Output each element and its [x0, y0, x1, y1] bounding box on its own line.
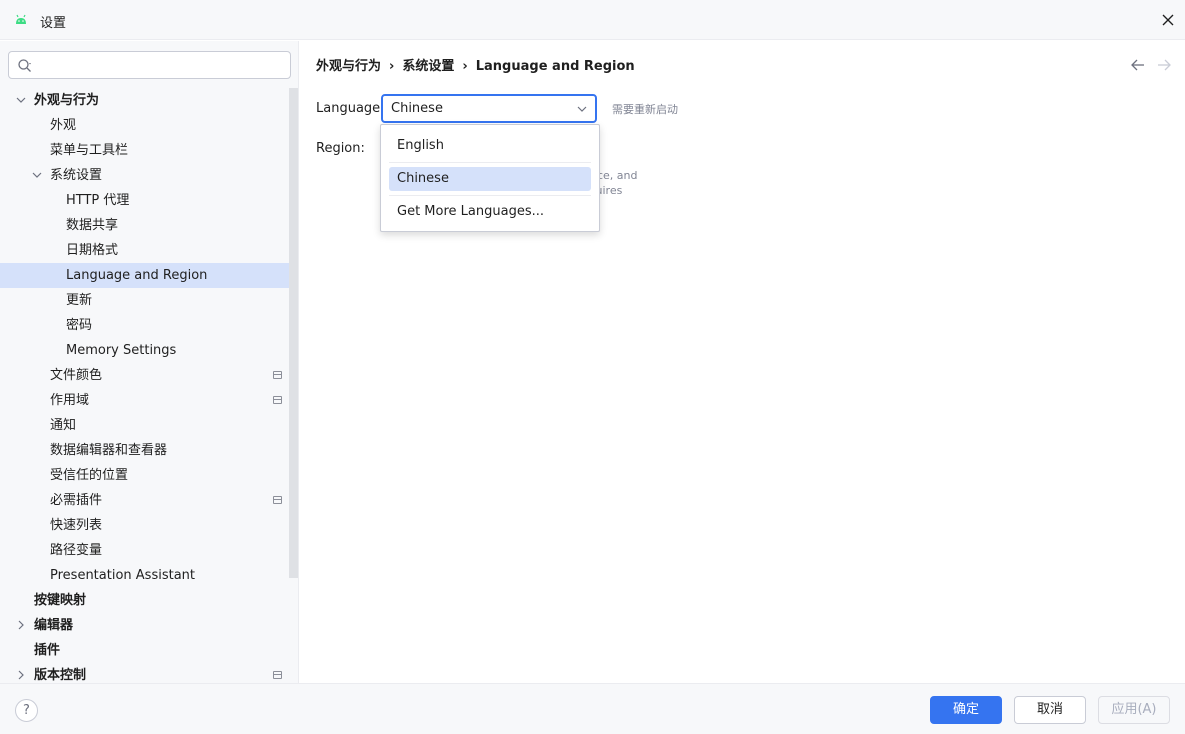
sidebar-item-label: 快速列表 [50, 518, 103, 533]
sidebar-item-label: 数据编辑器和查看器 [50, 443, 168, 458]
sidebar-item-label: 外观 [50, 118, 77, 133]
cancel-button[interactable]: 取消 [1014, 696, 1086, 724]
dropdown-option-english[interactable]: English [389, 134, 591, 158]
sidebar-item-label: 按键映射 [34, 593, 87, 608]
arrow-right-icon[interactable] [1156, 57, 1172, 73]
breadcrumb-separator: › [462, 59, 468, 74]
sidebar-item-label: 系统设置 [50, 168, 103, 183]
sidebar-item-label: 密码 [66, 318, 93, 333]
project-level-icon [273, 396, 282, 404]
sidebar-item-label: 作用域 [50, 393, 90, 408]
search-input[interactable] [39, 56, 284, 74]
sidebar-item-label: 通知 [50, 418, 77, 433]
sidebar-item[interactable]: 日期格式 [0, 238, 298, 263]
sidebar-item[interactable]: HTTP 代理 [0, 188, 298, 213]
sidebar-item-label: 菜单与工具栏 [50, 143, 129, 158]
search-icon[interactable] [17, 58, 33, 74]
language-label: Language: [316, 101, 385, 116]
sidebar-item-label: Language and Region [66, 268, 208, 283]
dropdown-separator [389, 162, 591, 163]
apply-button[interactable]: 应用(A) [1098, 696, 1170, 724]
chevron-down-icon [577, 106, 587, 112]
sidebar-item[interactable]: 版本控制 [0, 663, 298, 683]
dropdown-get-more-languages[interactable]: Get More Languages... [389, 200, 591, 224]
sidebar-item[interactable]: 按键映射 [0, 588, 298, 613]
breadcrumb-item-appearance[interactable]: 外观与行为 [316, 59, 381, 74]
restart-hint: 需要重新启动 [612, 103, 678, 116]
sidebar-item[interactable]: 文件颜色 [0, 363, 298, 388]
sidebar-item-label: 路径变量 [50, 543, 103, 558]
language-select-value: Chinese [391, 101, 443, 116]
dropdown-separator [389, 195, 591, 196]
sidebar-item[interactable]: 外观与行为 [0, 88, 298, 113]
sidebar-item-label: 版本控制 [34, 668, 87, 683]
dialog-footer: ? 确定 取消 应用(A) [0, 683, 1185, 734]
sidebar-item[interactable]: 菜单与工具栏 [0, 138, 298, 163]
sidebar-item[interactable]: Memory Settings [0, 338, 298, 363]
sidebar-item-label: 受信任的位置 [50, 468, 129, 483]
region-label: Region: [316, 141, 365, 156]
arrow-left-icon[interactable] [1130, 57, 1146, 73]
sidebar-item-label: 插件 [34, 643, 61, 658]
sidebar-item[interactable]: 路径变量 [0, 538, 298, 563]
sidebar-item-label: 数据共享 [66, 218, 119, 233]
sidebar-item-label: 必需插件 [50, 493, 103, 508]
chevron-down-icon[interactable] [16, 95, 26, 105]
chevron-down-icon[interactable] [32, 170, 42, 180]
sidebar-item-label: 编辑器 [34, 618, 74, 633]
sidebar-item-label: HTTP 代理 [66, 193, 130, 208]
sidebar-item[interactable]: 更新 [0, 288, 298, 313]
sidebar-item[interactable]: 通知 [0, 413, 298, 438]
sidebar-item-label: 外观与行为 [34, 93, 100, 108]
close-icon[interactable] [1158, 10, 1178, 30]
sidebar-item[interactable]: 插件 [0, 638, 298, 663]
breadcrumb-item-language-region: Language and Region [475, 59, 635, 74]
settings-sidebar: 外观与行为外观菜单与工具栏 系统设置 HTTP 代理 数据共享日期格式 Language… [0, 41, 299, 683]
project-level-icon [273, 671, 282, 679]
sidebar-item[interactable]: 系统设置 [0, 163, 298, 188]
sidebar-item-label: 日期格式 [66, 243, 119, 258]
sidebar-item[interactable]: 必需插件 [0, 488, 298, 513]
sidebar-scrollbar[interactable] [289, 88, 298, 578]
sidebar-item[interactable]: 受信任的位置 [0, 463, 298, 488]
title-bar: 设置 [0, 0, 1185, 40]
chevron-right-icon[interactable] [16, 620, 26, 630]
breadcrumb: 外观与行为 › 系统设置 › Language and Region [316, 55, 635, 74]
dropdown-option-chinese[interactable]: Chinese [389, 167, 591, 191]
sidebar-item-label: Presentation Assistant [50, 568, 195, 583]
sidebar-item[interactable]: 编辑器 [0, 613, 298, 638]
sidebar-item[interactable]: 密码 [0, 313, 298, 338]
settings-tree: 外观与行为外观菜单与工具栏 系统设置 HTTP 代理 数据共享日期格式 Language… [0, 88, 298, 683]
sidebar-item-label: Memory Settings [66, 343, 177, 358]
project-level-icon [273, 371, 282, 379]
project-level-icon [273, 496, 282, 504]
sidebar-item[interactable]: 外观 [0, 113, 298, 138]
window-title: 设置 [40, 16, 67, 31]
language-dropdown: English Chinese Get More Languages... [380, 124, 600, 232]
sidebar-item[interactable]: 数据编辑器和查看器 [0, 438, 298, 463]
sidebar-item[interactable]: 数据共享 [0, 213, 298, 238]
sidebar-item[interactable]: 作用域 [0, 388, 298, 413]
ok-button[interactable]: 确定 [930, 696, 1002, 724]
language-select[interactable]: Chinese [381, 94, 597, 123]
sidebar-item-label: 文件颜色 [50, 368, 103, 383]
sidebar-item[interactable]: 快速列表 [0, 513, 298, 538]
chevron-right-icon[interactable] [16, 670, 26, 680]
search-box[interactable] [8, 51, 291, 79]
android-icon [16, 14, 26, 24]
sidebar-item-label: 更新 [66, 293, 93, 308]
help-button[interactable]: ? [15, 699, 38, 722]
breadcrumb-separator: › [389, 59, 395, 74]
breadcrumb-item-system-settings[interactable]: 系统设置 [402, 59, 454, 74]
sidebar-item[interactable]: Language and Region [0, 263, 298, 288]
sidebar-item[interactable]: Presentation Assistant [0, 563, 298, 588]
